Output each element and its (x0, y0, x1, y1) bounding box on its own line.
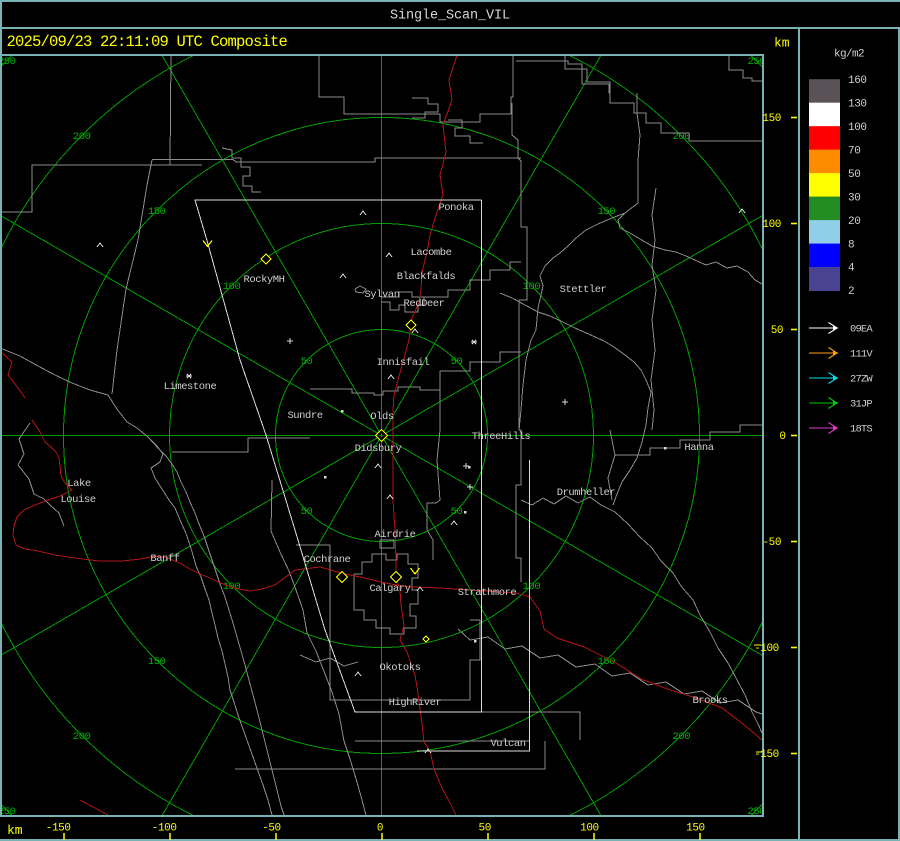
svg-text:150: 150 (598, 206, 616, 218)
svg-text:Strathmore: Strathmore (458, 587, 517, 599)
svg-text:4: 4 (848, 263, 855, 275)
svg-text:Single_Scan_VIL: Single_Scan_VIL (390, 9, 510, 24)
svg-text:111V: 111V (850, 349, 873, 361)
svg-text:Sylvan: Sylvan (364, 289, 399, 301)
svg-text:0: 0 (377, 822, 383, 834)
svg-text:70: 70 (848, 145, 860, 157)
svg-text:Lake: Lake (67, 478, 91, 490)
svg-text:Limestone: Limestone (164, 381, 217, 393)
svg-text:50: 50 (479, 822, 491, 834)
svg-text:2025/09/23 22:11:09 UTC Compos: 2025/09/23 22:11:09 UTC Composite (7, 33, 288, 51)
svg-text:150: 150 (686, 822, 705, 834)
svg-text:50: 50 (848, 169, 860, 181)
svg-text:100: 100 (223, 281, 241, 293)
svg-text:100: 100 (762, 219, 781, 231)
svg-text:Vulcan: Vulcan (490, 738, 525, 750)
svg-text:km: km (7, 823, 23, 838)
svg-text:-100: -100 (152, 822, 177, 834)
svg-text:100: 100 (848, 122, 867, 134)
svg-text:Didsbury: Didsbury (355, 443, 402, 455)
svg-text:250: 250 (0, 56, 16, 68)
svg-text:-150: -150 (46, 822, 71, 834)
svg-text:Cochrane: Cochrane (304, 554, 351, 566)
svg-text:200: 200 (73, 731, 91, 743)
svg-text:RedDeer: RedDeer (404, 298, 445, 310)
svg-text:50: 50 (451, 506, 463, 518)
svg-text:Calgary: Calgary (370, 583, 411, 595)
svg-text:ThreeHills: ThreeHills (472, 431, 531, 443)
svg-text:100: 100 (523, 581, 541, 593)
svg-text:kg/m2: kg/m2 (834, 49, 864, 61)
svg-text:50: 50 (301, 506, 313, 518)
svg-text:50: 50 (771, 325, 783, 337)
svg-text:-150: -150 (754, 749, 779, 761)
svg-text:27ZW: 27ZW (850, 374, 873, 386)
svg-text:Ponoka: Ponoka (438, 202, 473, 214)
svg-text:Louise: Louise (60, 494, 95, 506)
svg-text:-100: -100 (754, 643, 779, 655)
svg-text:150: 150 (148, 206, 166, 218)
svg-text:150: 150 (762, 113, 781, 125)
svg-text:50: 50 (301, 356, 313, 368)
svg-text:Lacombe: Lacombe (411, 247, 452, 259)
svg-text:31JP: 31JP (850, 399, 872, 411)
svg-text:130: 130 (848, 98, 867, 110)
svg-text:150: 150 (148, 656, 166, 668)
svg-text:Olds: Olds (370, 411, 394, 423)
svg-text:Airdrie: Airdrie (375, 529, 416, 541)
svg-text:Sundre: Sundre (287, 410, 322, 422)
svg-text:100: 100 (523, 281, 541, 293)
svg-text:100: 100 (580, 822, 599, 834)
svg-text:km: km (774, 36, 790, 51)
svg-text:200: 200 (73, 131, 91, 143)
svg-text:30: 30 (848, 192, 860, 204)
svg-text:Okotoks: Okotoks (380, 662, 421, 674)
svg-text:160: 160 (848, 75, 867, 87)
svg-text:-50: -50 (262, 822, 281, 834)
svg-text:2: 2 (848, 286, 854, 298)
svg-text:50: 50 (451, 356, 463, 368)
svg-text:Brooks: Brooks (692, 695, 727, 707)
svg-text:Blackfalds: Blackfalds (397, 271, 456, 283)
svg-text:-50: -50 (762, 537, 781, 549)
svg-text:20: 20 (848, 216, 860, 228)
svg-text:Banff: Banff (150, 553, 179, 565)
svg-text:200: 200 (673, 731, 691, 743)
svg-text:0: 0 (779, 431, 785, 443)
svg-text:09EA: 09EA (850, 324, 873, 336)
svg-text:Stettler: Stettler (560, 284, 607, 296)
svg-text:RockyMH: RockyMH (244, 274, 285, 286)
svg-text:Innisfail: Innisfail (377, 357, 430, 369)
svg-text:Hanna: Hanna (684, 442, 713, 454)
svg-text:18TS: 18TS (850, 424, 872, 436)
svg-text:HighRiver: HighRiver (389, 697, 442, 709)
svg-text:Drumheller: Drumheller (557, 487, 616, 499)
svg-text:8: 8 (848, 239, 854, 251)
